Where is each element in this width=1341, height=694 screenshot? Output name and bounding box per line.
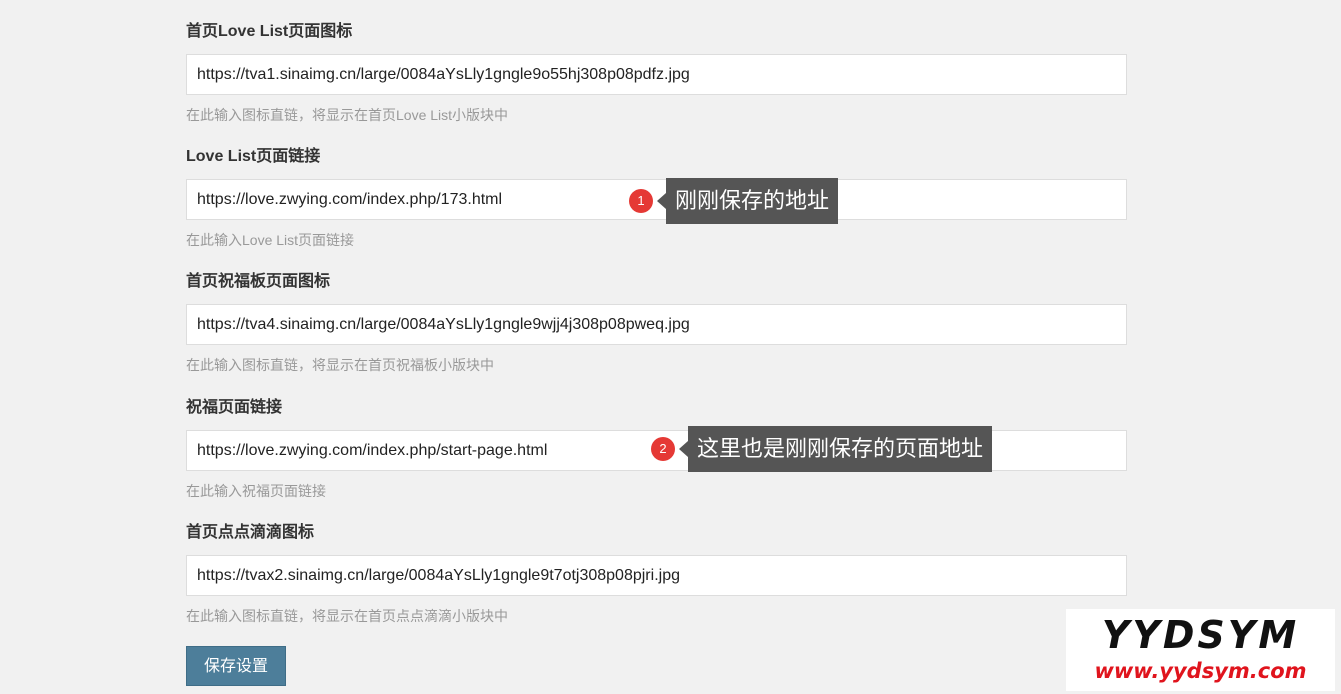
field-label: Love List页面链接 (186, 148, 321, 165)
callout-number-badge: 1 (629, 189, 653, 213)
callout-pointer (657, 193, 666, 209)
field-help-text: 在此输入Love List页面链接 (186, 232, 355, 248)
field-help-text: 在此输入祝福页面链接 (186, 483, 326, 499)
watermark-logo: YYDSYM (1101, 613, 1300, 657)
callout-number-badge: 2 (651, 437, 675, 461)
moments-icon-input[interactable] (186, 555, 1127, 596)
watermark-url: www.yydsym.com (1094, 659, 1307, 683)
save-settings-button[interactable]: 保存设置 (186, 646, 286, 686)
callout-pointer (679, 441, 688, 457)
field-label: 首页祝福板页面图标 (186, 273, 331, 290)
callout-text: 刚刚保存的地址 (666, 178, 839, 224)
callout-text: 这里也是刚刚保存的页面地址 (688, 426, 993, 472)
field-label: 首页点点滴滴图标 (186, 524, 315, 541)
field-label: 首页Love List页面图标 (186, 23, 353, 40)
field-help-text: 在此输入图标直链，将显示在首页祝福板小版块中 (186, 357, 494, 373)
field-help-text: 在此输入图标直链，将显示在首页Love List小版块中 (186, 107, 509, 123)
field-help-text: 在此输入图标直链，将显示在首页点点滴滴小版块中 (186, 608, 508, 624)
blessing-board-icon-input[interactable] (186, 304, 1127, 345)
watermark: YYDSYM www.yydsym.com (1066, 609, 1335, 691)
love-list-icon-input[interactable] (186, 54, 1127, 95)
field-label: 祝福页面链接 (186, 399, 283, 416)
